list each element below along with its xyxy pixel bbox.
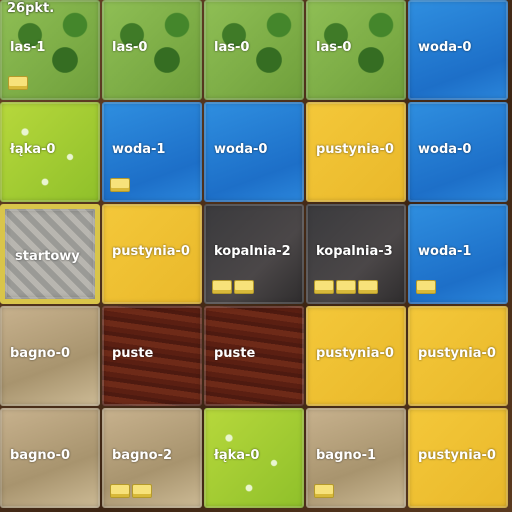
tile-label: las-0 <box>316 40 352 55</box>
tile-bagno-r4c0: bagno-0 <box>0 408 100 508</box>
tile-puste-r3c2: puste <box>204 306 304 406</box>
tile-label: las-1 <box>10 40 46 55</box>
tile-label: łąka-0 <box>214 448 260 463</box>
tile-label: pustynia-0 <box>316 142 394 157</box>
crown-icon <box>234 280 254 294</box>
kingdom-board: las-1 las-0 las-0 las-0 woda-0 łąka-0 woda-1 wo… <box>0 0 512 512</box>
tile-puste-r3c1: puste <box>102 306 202 406</box>
crown-icon <box>416 280 436 294</box>
tile-kopalnia-r2c3: kopalnia-3 <box>306 204 406 304</box>
tile-label: bagno-1 <box>316 448 377 463</box>
tile-label: pustynia-0 <box>316 346 394 361</box>
tile-woda-r1c1: woda-1 <box>102 102 202 202</box>
tile-bagno-r3c0: bagno-0 <box>0 306 100 406</box>
tile-label: woda-0 <box>418 142 472 157</box>
tile-laka-r4c2: łąka-0 <box>204 408 304 508</box>
tile-woda-r0c4: woda-0 <box>408 0 508 100</box>
tile-las-r0c1: las-0 <box>102 0 202 100</box>
tile-pustynia-r3c4: pustynia-0 <box>408 306 508 406</box>
tile-label: woda-0 <box>214 142 268 157</box>
crown-icon <box>132 484 152 498</box>
tile-pustynia-r2c1: pustynia-0 <box>102 204 202 304</box>
tile-startowy-r2c0: startowy <box>0 204 100 304</box>
tile-pustynia-r4c4: pustynia-0 <box>408 408 508 508</box>
tile-pustynia-r3c3: pustynia-0 <box>306 306 406 406</box>
tile-las-r0c3: las-0 <box>306 0 406 100</box>
tile-label: woda-0 <box>418 40 472 55</box>
tile-pustynia-r1c3: pustynia-0 <box>306 102 406 202</box>
tile-label: bagno-2 <box>112 448 173 463</box>
crown-icon <box>336 280 356 294</box>
tile-label: puste <box>112 346 154 361</box>
tile-bagno-r4c1: bagno-2 <box>102 408 202 508</box>
score-label: 26pkt. <box>7 1 55 16</box>
crown-icon <box>8 76 28 90</box>
tile-woda-r1c2: woda-0 <box>204 102 304 202</box>
tile-label: łąka-0 <box>10 142 56 157</box>
crown-icon <box>314 484 334 498</box>
tile-label: startowy <box>15 249 80 264</box>
tile-label: kopalnia-2 <box>214 244 291 259</box>
crown-icon <box>314 280 334 294</box>
tile-label: bagno-0 <box>10 448 71 463</box>
tile-laka-r1c0: łąka-0 <box>0 102 100 202</box>
tile-label: pustynia-0 <box>418 448 496 463</box>
tile-kopalnia-r2c2: kopalnia-2 <box>204 204 304 304</box>
crown-icon <box>110 178 130 192</box>
crown-icon <box>212 280 232 294</box>
tile-woda-r2c4: woda-1 <box>408 204 508 304</box>
tile-las-r0c2: las-0 <box>204 0 304 100</box>
tile-label: woda-1 <box>418 244 472 259</box>
tile-label: kopalnia-3 <box>316 244 393 259</box>
tile-label: bagno-0 <box>10 346 71 361</box>
tile-label: pustynia-0 <box>112 244 190 259</box>
tile-label: puste <box>214 346 256 361</box>
tile-label: las-0 <box>214 40 250 55</box>
crown-icon <box>358 280 378 294</box>
tile-label: pustynia-0 <box>418 346 496 361</box>
tile-label: woda-1 <box>112 142 166 157</box>
tile-woda-r1c4: woda-0 <box>408 102 508 202</box>
tile-bagno-r4c3: bagno-1 <box>306 408 406 508</box>
tile-label: las-0 <box>112 40 148 55</box>
crown-icon <box>110 484 130 498</box>
